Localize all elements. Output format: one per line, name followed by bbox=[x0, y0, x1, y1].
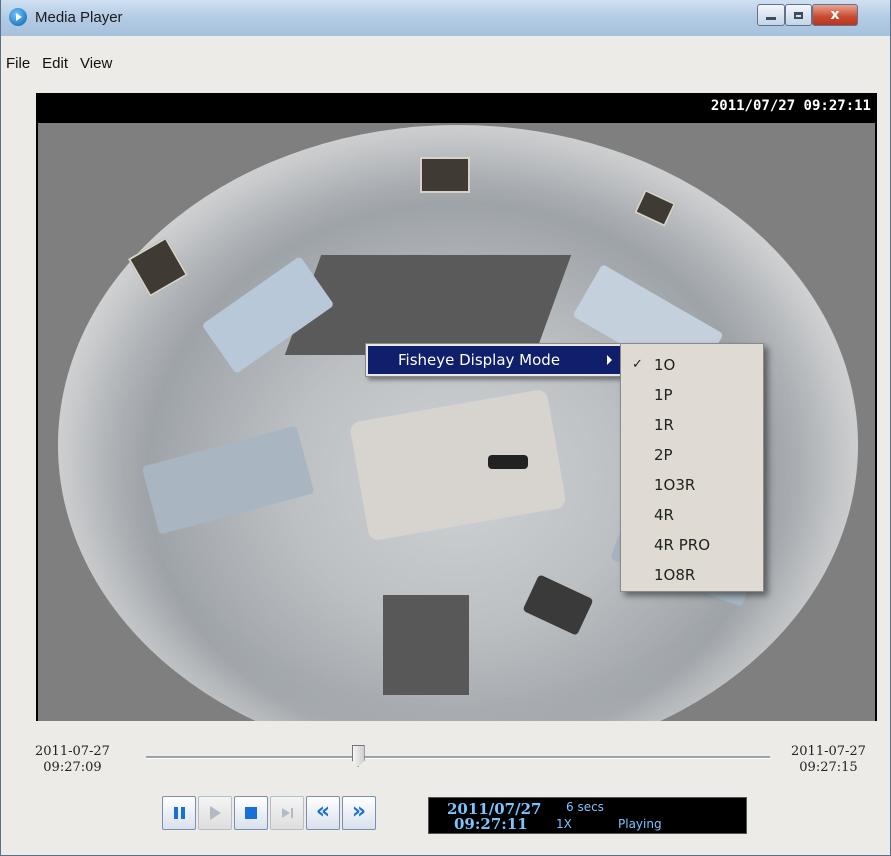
timeline-end-time: 09:27:15 bbox=[799, 760, 858, 775]
timeline-start-date: 2011-07-27 bbox=[35, 744, 110, 759]
submenu-item-label: 1O3R bbox=[654, 476, 696, 494]
stop-icon bbox=[245, 807, 257, 819]
submenu-item-1o3r[interactable]: 1O3R bbox=[621, 470, 763, 500]
center-floor bbox=[349, 388, 567, 542]
pause-icon bbox=[173, 807, 185, 819]
object-on-desk bbox=[488, 455, 528, 469]
menu-file[interactable]: File bbox=[1, 53, 36, 75]
step-forward-button[interactable] bbox=[270, 796, 304, 830]
maximize-button[interactable] bbox=[785, 4, 812, 26]
menu-bar: File Edit View bbox=[1, 53, 890, 75]
play-icon bbox=[209, 806, 221, 820]
osd-bar: 2011/07/27 09:27:11 bbox=[36, 93, 877, 123]
close-icon: x bbox=[830, 7, 840, 23]
timeline-track[interactable] bbox=[146, 756, 770, 759]
status-duration: 6 secs bbox=[566, 800, 604, 814]
fast-forward-icon: » bbox=[351, 798, 367, 824]
timeline-start-time: 09:27:09 bbox=[43, 760, 102, 775]
timeline-end: 2011-07-27 09:27:15 bbox=[791, 744, 866, 776]
submenu-item-1o8r[interactable]: 1O8R bbox=[621, 560, 763, 590]
maximize-icon bbox=[794, 11, 803, 19]
rewind-button[interactable]: « bbox=[306, 796, 340, 830]
wall-picture bbox=[127, 236, 189, 298]
chevron-right-icon bbox=[607, 355, 612, 365]
media-player-window: Media Player x File Edit View 2011/07/27… bbox=[0, 0, 891, 856]
minimize-button[interactable] bbox=[757, 4, 785, 26]
timeline: 2011-07-27 09:27:09 2011-07-27 09:27:15 bbox=[1, 740, 890, 788]
pause-button[interactable] bbox=[162, 796, 196, 830]
title-bar[interactable]: Media Player x bbox=[1, 0, 890, 36]
submenu-item-4r-pro[interactable]: 4R PRO bbox=[621, 530, 763, 560]
submenu-item-4r[interactable]: 4R bbox=[621, 500, 763, 530]
desk-shadow bbox=[383, 595, 469, 695]
submenu-item-2p[interactable]: 2P bbox=[621, 440, 763, 470]
minimize-icon bbox=[766, 16, 776, 20]
osd-timestamp: 2011/07/27 09:27:11 bbox=[710, 98, 871, 114]
submenu-item-label: 1P bbox=[654, 386, 673, 404]
play-circle-icon bbox=[9, 8, 27, 26]
wall-picture bbox=[634, 189, 676, 227]
wall-picture bbox=[420, 157, 470, 193]
status-speed: 1X bbox=[556, 817, 572, 831]
fisheye-mode-submenu: ✓ 1O 1P 1R 2P 1O3R 4R 4R PRO 1O8R bbox=[620, 343, 764, 592]
menu-item-label: Fisheye Display Mode bbox=[398, 351, 561, 369]
window-title: Media Player bbox=[35, 9, 123, 26]
menu-item-fisheye-display-mode[interactable]: Fisheye Display Mode bbox=[368, 346, 620, 374]
submenu-item-1o[interactable]: ✓ 1O bbox=[621, 350, 763, 380]
chair bbox=[522, 574, 594, 636]
timeline-slider-thumb[interactable] bbox=[351, 745, 365, 767]
rewind-icon: « bbox=[315, 798, 331, 824]
playback-controls: « » bbox=[162, 796, 376, 832]
playback-status-panel: 2011/07/27 6 secs 09:27:11 1X Playing bbox=[428, 797, 747, 834]
submenu-item-label: 1R bbox=[654, 416, 674, 434]
menu-edit[interactable]: Edit bbox=[36, 53, 74, 75]
timeline-start: 2011-07-27 09:27:09 bbox=[35, 744, 110, 776]
menu-view[interactable]: View bbox=[74, 53, 118, 75]
submenu-item-1p[interactable]: 1P bbox=[621, 380, 763, 410]
fast-forward-button[interactable]: » bbox=[342, 796, 376, 830]
submenu-item-1r[interactable]: 1R bbox=[621, 410, 763, 440]
submenu-item-label: 4R PRO bbox=[654, 536, 711, 554]
submenu-item-label: 1O8R bbox=[654, 566, 696, 584]
stop-button[interactable] bbox=[234, 796, 268, 830]
close-button[interactable]: x bbox=[812, 4, 858, 26]
step-forward-icon bbox=[281, 808, 293, 818]
status-time: 09:27:11 bbox=[454, 815, 528, 833]
context-menu: Fisheye Display Mode bbox=[365, 343, 623, 377]
submenu-item-label: 2P bbox=[654, 446, 673, 464]
cubicle-partition bbox=[141, 425, 315, 535]
submenu-item-label: 1O bbox=[654, 356, 676, 374]
timeline-end-date: 2011-07-27 bbox=[791, 744, 866, 759]
submenu-item-label: 4R bbox=[654, 506, 674, 524]
status-state: Playing bbox=[618, 817, 662, 831]
play-button[interactable] bbox=[198, 796, 232, 830]
checkmark-icon: ✓ bbox=[632, 357, 643, 372]
